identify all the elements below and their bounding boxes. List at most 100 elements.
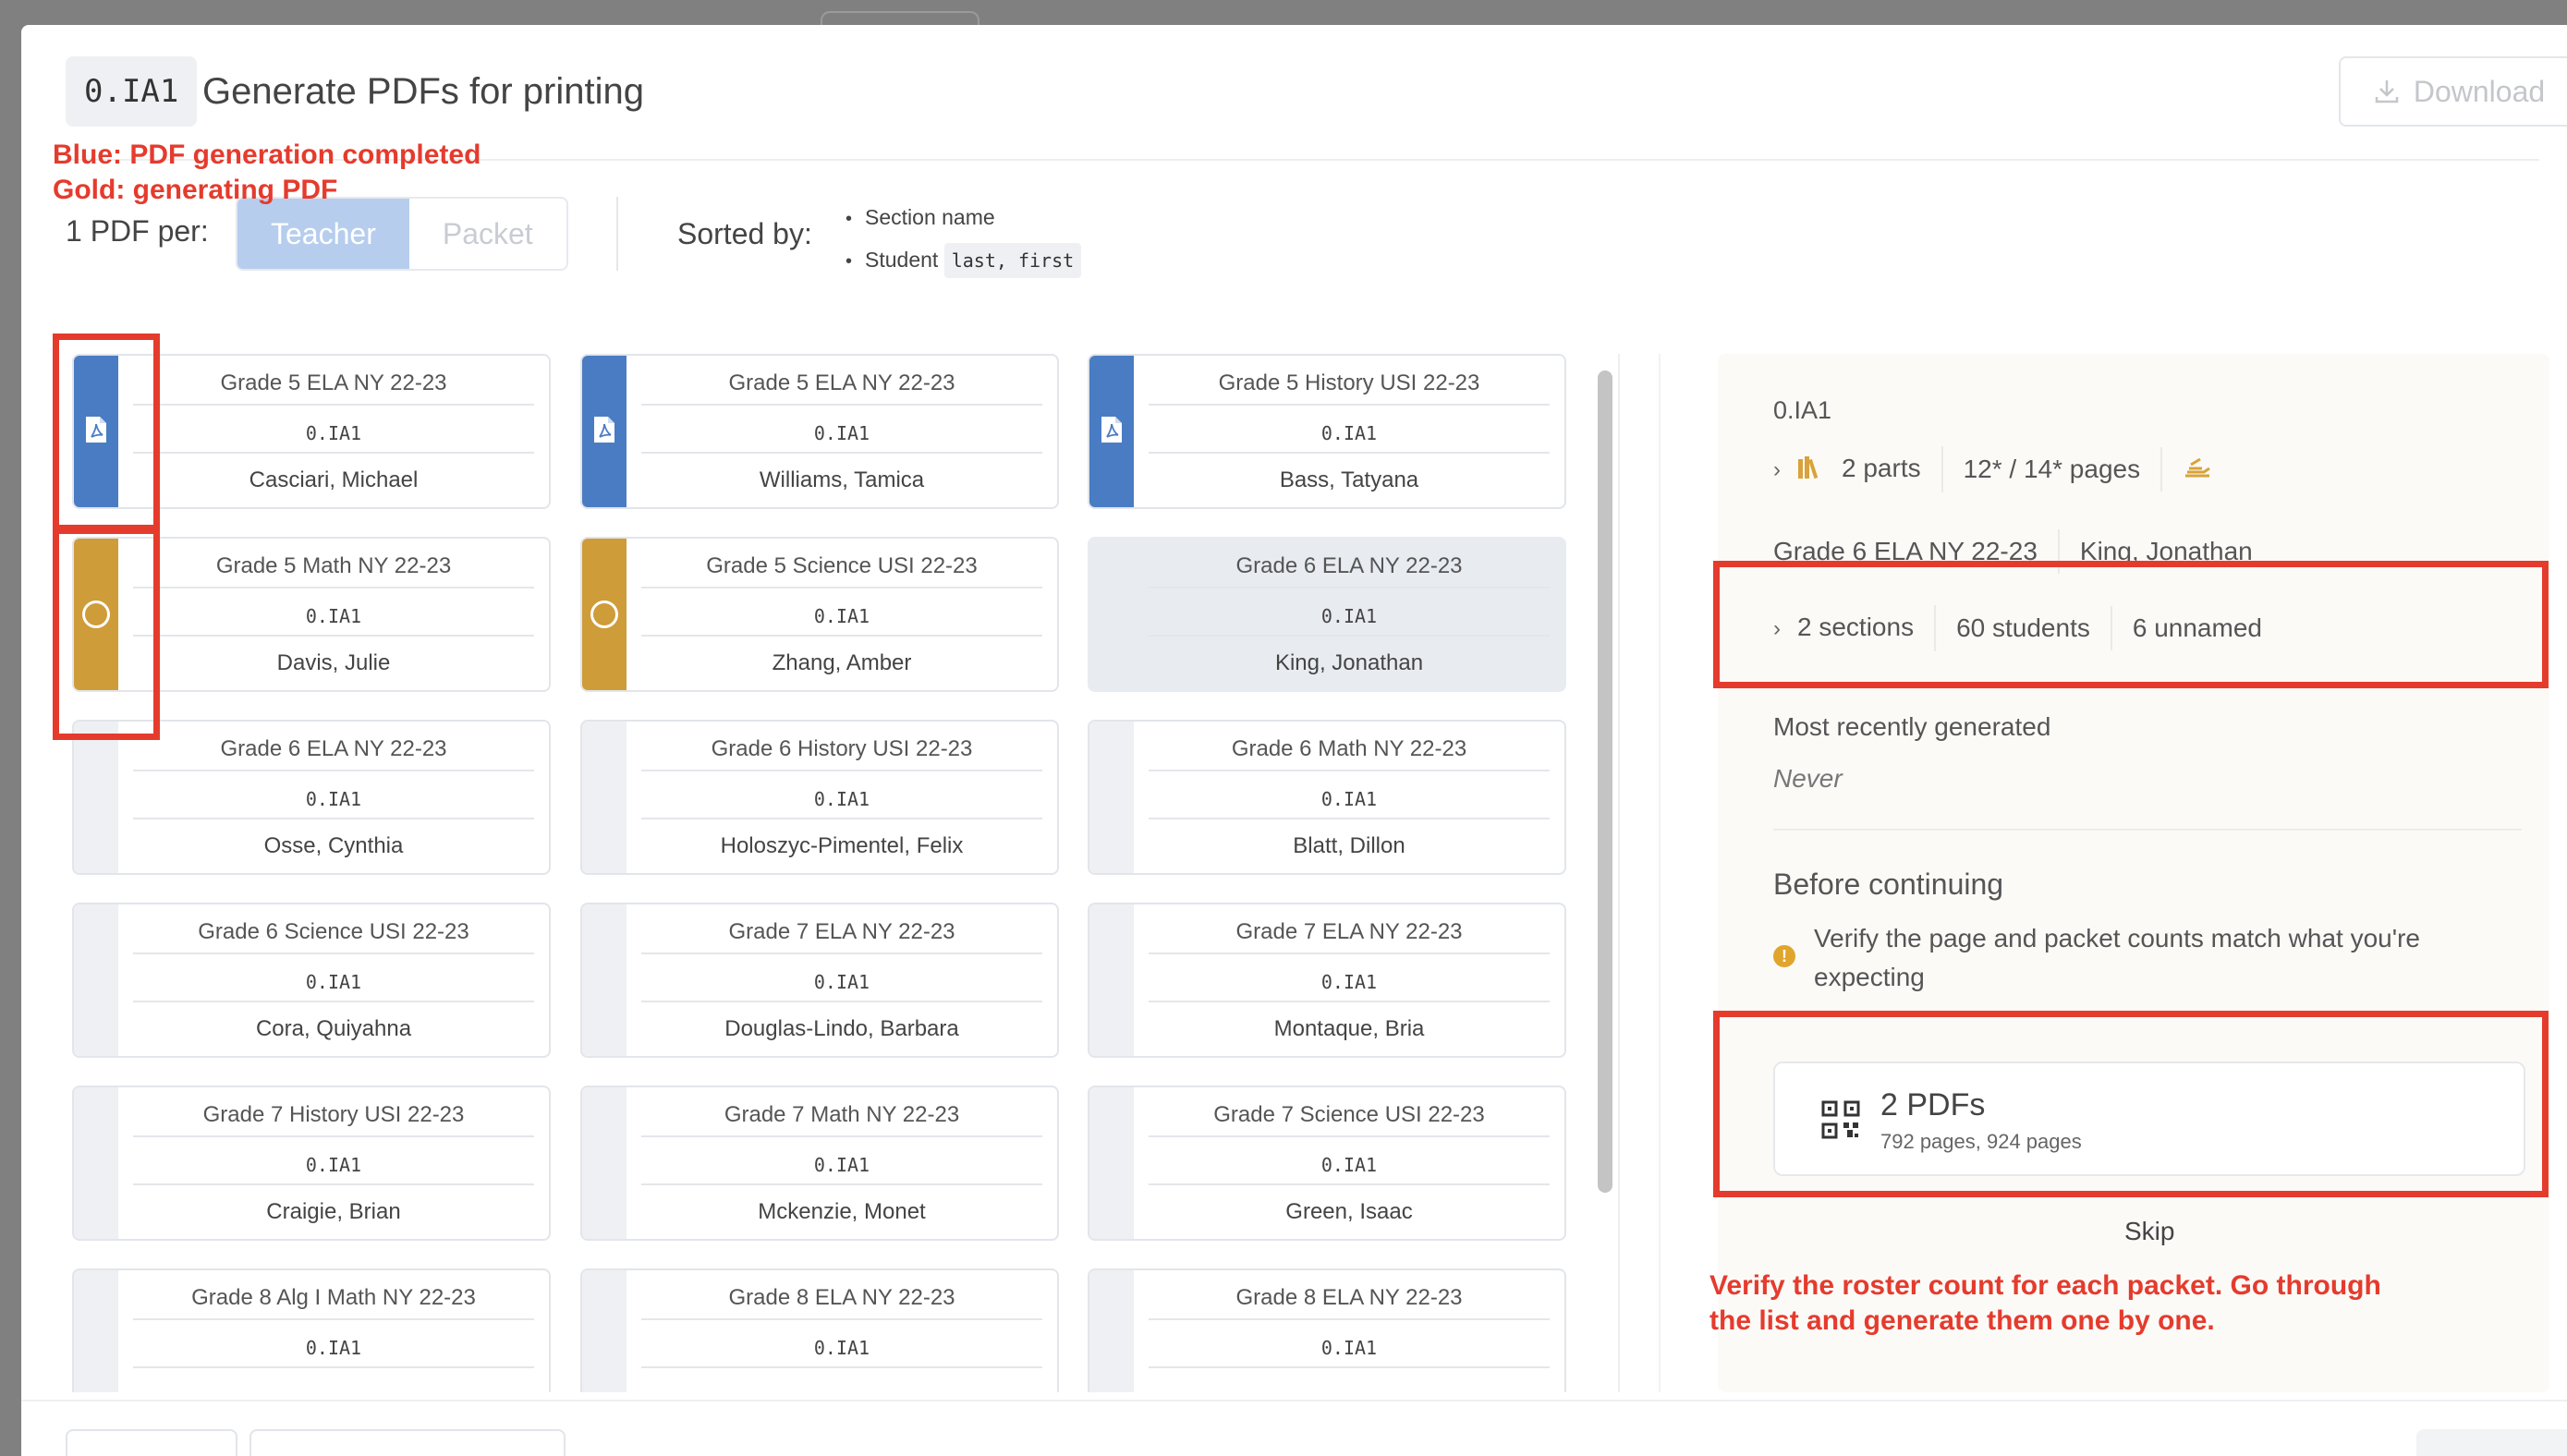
card-teacher: Holoszyc-Pimentel, Felix [720, 833, 964, 858]
sort-item-section: Section name [846, 197, 1081, 239]
status-strip-completed [1089, 356, 1134, 507]
sort-format-chip: last, first [943, 243, 1082, 278]
recent-label: Most recently generated [1773, 712, 2051, 741]
annotation-box-gold [53, 528, 160, 740]
card-course: Grade 5 ELA NY 22-23 [641, 363, 1042, 406]
packet-card[interactable]: Grade 7 Science USI 22-23 0.IA1 Green, Isa… [1088, 1086, 1566, 1241]
annotation-note-line1: Verify the roster count for each packet.… [1709, 1270, 2381, 1301]
status-strip-idle [1089, 722, 1134, 873]
card-code: 0.IA1 [1149, 415, 1550, 454]
card-code: 0.IA1 [1149, 781, 1550, 819]
card-code: 0.IA1 [133, 964, 534, 1002]
card-course: Grade 6 ELA NY 22-23 [1149, 546, 1550, 588]
hand-icon-cell [2162, 447, 2232, 491]
card-teacher: Bass, Tatyana [1279, 467, 1419, 492]
sort-item-text: Section name [865, 205, 995, 229]
detail-panel: 0.IA1 › 2 parts 12* / 14* pages Grade 6 E… [1718, 354, 2549, 1392]
parts-count: 2 parts [1842, 454, 1921, 482]
packet-card[interactable]: Grade 7 ELA NY 22-23 0.IA1 Douglas-Lindo, … [580, 903, 1059, 1058]
page-title: Generate PDFs for printing [202, 71, 644, 112]
card-course: Grade 8 Alg I Math NY 22-23 [133, 1278, 534, 1320]
packet-card[interactable]: Grade 5 History USI 22-23 0.IA1 Bass, Taty… [1088, 354, 1566, 509]
card-code: 0.IA1 [641, 781, 1042, 819]
packet-card[interactable]: Grade 7 ELA NY 22-23 0.IA1 Montaque, Bria [1088, 903, 1566, 1058]
annotation-box-blue [53, 334, 160, 531]
packet-card[interactable]: Grade 6 ELA NY 22-23 0.IA1 Osse, Cynthia [72, 720, 551, 875]
grid-scrollbar[interactable] [1598, 370, 1612, 1193]
card-code: 0.IA1 [641, 415, 1042, 454]
status-strip-idle [582, 1087, 627, 1239]
status-strip-idle [74, 722, 118, 873]
status-strip-idle [1089, 1087, 1134, 1239]
card-course: Grade 7 Math NY 22-23 [641, 1095, 1042, 1137]
scrollbar-track [1618, 354, 1620, 1392]
card-course: Grade 6 Science USI 22-23 [133, 912, 534, 954]
card-course: Grade 5 Math NY 22-23 [133, 546, 534, 588]
packet-card[interactable]: Grade 6 Math NY 22-23 0.IA1 Blatt, Dillon [1088, 720, 1566, 875]
card-course: Grade 8 ELA NY 22-23 [1149, 1278, 1550, 1320]
packet-card[interactable]: Grade 6 ELA NY 22-23 0.IA1 King, Jonathan [1088, 537, 1566, 692]
footer-button-1[interactable] [66, 1429, 237, 1456]
packet-card[interactable]: Grade 7 Math NY 22-23 0.IA1 Mckenzie, Mone… [580, 1086, 1059, 1241]
card-course: Grade 6 Math NY 22-23 [1149, 729, 1550, 771]
card-code: 0.IA1 [133, 598, 534, 637]
card-teacher: Casciari, Michael [249, 467, 419, 492]
card-course: Grade 5 ELA NY 22-23 [133, 363, 534, 406]
packet-card[interactable]: Grade 8 ELA NY 22-23 0.IA1 [580, 1268, 1059, 1392]
modal-header: 0.IA1 Generate PDFs for printing Downloa… [66, 56, 2567, 149]
verify-text: Verify the page and packet counts match … [1814, 924, 2420, 991]
controls-divider [616, 197, 618, 271]
sorted-by-label: Sorted by: [677, 217, 812, 250]
panel-divider [1659, 354, 1661, 1392]
footer-button-3[interactable] [2416, 1429, 2567, 1456]
card-teacher: Williams, Tamica [759, 467, 925, 492]
annotation-legend-gold: Gold: generating PDF [53, 175, 338, 205]
panel-code: 0.IA1 [1773, 396, 1832, 424]
pdf-per-toggle: Teacher Packet [236, 197, 568, 271]
chevron-right-icon: › [1773, 457, 1781, 482]
packet-card[interactable]: Grade 6 Science USI 22-23 0.IA1 Cora, Quiy… [72, 903, 551, 1058]
card-code: 0.IA1 [641, 598, 1042, 637]
packet-card[interactable]: Grade 8 Alg I Math NY 22-23 0.IA1 [72, 1268, 551, 1392]
packet-card-grid: Grade 5 ELA NY 22-23 0.IA1 Casciari, Micha… [72, 354, 1588, 1392]
circle-icon [590, 601, 618, 628]
parts-toggle[interactable]: › 2 parts [1773, 446, 1943, 492]
download-icon [2375, 80, 2399, 103]
card-code: 0.IA1 [133, 415, 534, 454]
card-course: Grade 7 History USI 22-23 [133, 1095, 534, 1137]
status-strip-generating [582, 539, 627, 690]
sort-item-text: Student [865, 248, 939, 272]
print-modal: 0.IA1 Generate PDFs for printing Downloa… [21, 25, 2567, 1456]
status-strip-completed [582, 356, 627, 507]
assessment-code-badge: 0.IA1 [66, 56, 198, 127]
packet-card[interactable]: Grade 5 ELA NY 22-23 0.IA1 Williams, Tamic… [580, 354, 1059, 509]
card-code: 0.IA1 [133, 1147, 534, 1185]
card-teacher: Osse, Cynthia [263, 833, 404, 858]
footer-button-2[interactable] [249, 1429, 566, 1456]
card-teacher: Craigie, Brian [266, 1199, 401, 1224]
status-strip-idle [582, 722, 627, 873]
card-teacher: Davis, Julie [276, 650, 391, 675]
download-label: Download [2413, 75, 2546, 108]
before-heading: Before continuing [1773, 868, 2004, 901]
packet-card[interactable]: Grade 6 History USI 22-23 0.IA1 Holoszyc-P… [580, 720, 1059, 875]
status-strip-idle [74, 1270, 118, 1392]
pdf-per-label: 1 PDF per: [66, 214, 209, 248]
recent-value: Never [1773, 764, 1843, 793]
toggle-teacher[interactable]: Teacher [237, 199, 409, 269]
card-teacher: Green, Isaac [1285, 1199, 1413, 1224]
card-course: Grade 7 ELA NY 22-23 [641, 912, 1042, 954]
download-button[interactable]: Download [2339, 56, 2567, 127]
card-code: 0.IA1 [1149, 598, 1550, 637]
packet-card[interactable]: Grade 7 History USI 22-23 0.IA1 Craigie, B… [72, 1086, 551, 1241]
pages-count: 12* / 14* pages [1943, 447, 2163, 491]
parts-row: › 2 parts 12* / 14* pages [1773, 446, 2232, 492]
toggle-packet[interactable]: Packet [409, 199, 566, 269]
sort-item-student: Student last, first [846, 239, 1082, 282]
skip-button[interactable]: Skip [2124, 1217, 2174, 1246]
status-strip-idle [1089, 1270, 1134, 1392]
card-course: Grade 8 ELA NY 22-23 [641, 1278, 1042, 1320]
packet-card[interactable]: Grade 5 Science USI 22-23 0.IA1 Zhang, Amb… [580, 537, 1059, 692]
packet-card[interactable]: Grade 8 ELA NY 22-23 0.IA1 [1088, 1268, 1566, 1392]
card-course: Grade 5 Science USI 22-23 [641, 546, 1042, 588]
